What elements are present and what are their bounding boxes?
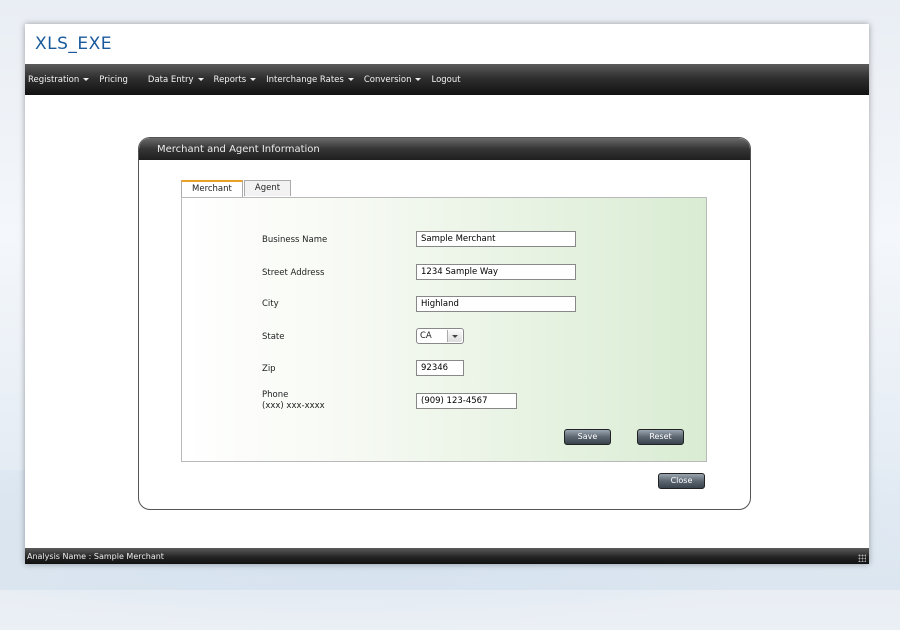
menu-label: Interchange Rates	[266, 74, 344, 85]
tab-merchant[interactable]: Merchant	[181, 180, 243, 197]
menu-reports[interactable]: Reports	[214, 75, 257, 85]
city-input[interactable]	[416, 296, 576, 312]
menu-label: Pricing	[99, 74, 128, 85]
reset-button[interactable]: Reset	[637, 429, 684, 445]
tab-strip: Merchant Agent	[181, 180, 292, 197]
city-label: City	[262, 299, 279, 309]
menu-interchange-rates[interactable]: Interchange Rates	[266, 75, 354, 85]
menu-pricing[interactable]: Pricing	[99, 75, 128, 85]
menu-logout[interactable]: Logout	[431, 75, 460, 85]
close-button[interactable]: Close	[658, 473, 705, 489]
street-address-label: Street Address	[262, 268, 325, 278]
menu-data-entry[interactable]: Data Entry	[148, 75, 204, 85]
menu-label: Registration	[28, 74, 80, 85]
chevron-down-icon	[83, 78, 90, 81]
business-name-input[interactable]	[416, 231, 576, 247]
business-name-label: Business Name	[262, 235, 328, 245]
phone-input[interactable]	[416, 393, 517, 409]
chevron-down-icon	[250, 78, 257, 81]
save-button[interactable]: Save	[564, 429, 611, 445]
state-label: State	[262, 332, 285, 342]
menu-label: Data Entry	[147, 74, 194, 85]
app-title: XLS_EXE	[35, 34, 113, 54]
chevron-down-icon[interactable]	[447, 330, 462, 342]
chevron-down-icon	[197, 78, 204, 81]
menu-conversion[interactable]: Conversion	[364, 75, 422, 85]
menu-registration[interactable]: Registration	[28, 74, 90, 85]
phone-label-text: Phone	[262, 390, 289, 400]
street-address-input[interactable]	[416, 264, 576, 280]
chevron-down-icon	[347, 78, 354, 81]
merchant-agent-panel: Merchant and Agent Information Merchant …	[138, 137, 751, 510]
panel-title: Merchant and Agent Information	[139, 138, 750, 160]
phone-label: Phone (xxx) xxx-xxxx	[262, 390, 325, 412]
zip-label: Zip	[262, 364, 276, 374]
zip-input[interactable]	[416, 360, 464, 376]
menu-label: Logout	[431, 74, 461, 85]
menu-bar: Registration Pricing Data Entry Reports …	[25, 64, 869, 95]
state-value: CA	[420, 331, 432, 341]
merchant-form: Business Name Street Address City State …	[181, 197, 707, 462]
menu-label: Conversion	[363, 74, 412, 85]
app-window: XLS_EXE Registration Pricing Data Entry …	[25, 24, 869, 564]
menu-label: Reports	[213, 74, 247, 85]
resize-grip-icon[interactable]	[858, 554, 866, 562]
tab-agent[interactable]: Agent	[243, 180, 292, 196]
state-select[interactable]: CA	[416, 328, 464, 344]
chevron-down-icon	[415, 78, 422, 81]
status-bar: Analysis Name : Sample Merchant	[25, 548, 869, 564]
analysis-name-status: Analysis Name : Sample Merchant	[27, 551, 164, 561]
phone-format-hint: (xxx) xxx-xxxx	[262, 401, 325, 411]
